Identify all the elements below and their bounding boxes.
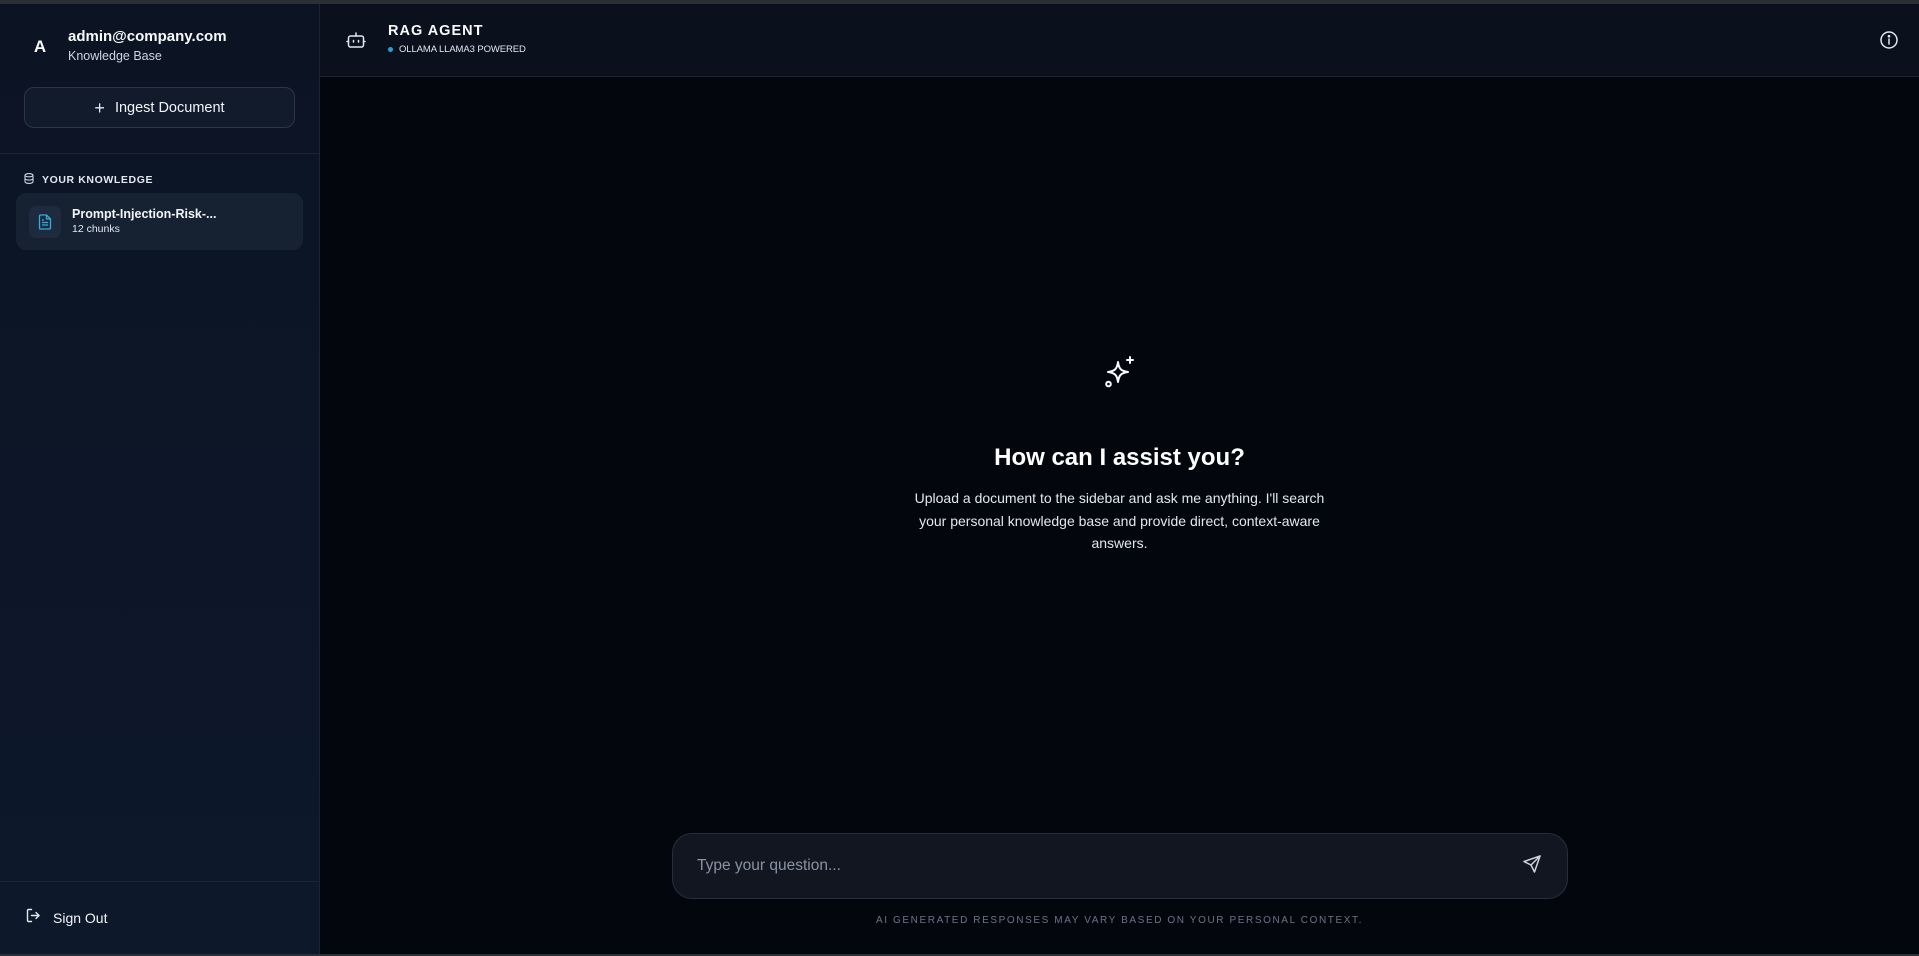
app-shell: A admin@company.com Knowledge Base + Ing… <box>0 4 1919 954</box>
database-icon <box>24 171 34 189</box>
info-icon[interactable] <box>1879 30 1899 55</box>
status-dot-icon <box>388 47 393 52</box>
sign-out-button[interactable]: Sign Out <box>26 908 107 928</box>
send-icon <box>1522 854 1542 879</box>
document-name: Prompt-Injection-Risk-... <box>72 207 217 221</box>
ingest-document-button[interactable]: + Ingest Document <box>24 87 295 128</box>
plus-icon: + <box>94 97 105 118</box>
user-info: admin@company.com Knowledge Base <box>68 28 227 64</box>
document-text: Prompt-Injection-Risk-... 12 chunks <box>72 207 216 236</box>
knowledge-section-header: YOUR KNOWLEDGE <box>24 171 153 189</box>
document-item[interactable]: Prompt-Injection-Risk-... 12 chunks <box>16 193 303 250</box>
model-status-label: OLLAMA LLAMA3 POWERED <box>399 44 526 55</box>
knowledge-section-title: YOUR KNOWLEDGE <box>42 174 154 186</box>
chat-main: RAG AGENT OLLAMA LLAMA3 POWERED How can … <box>320 4 1919 954</box>
welcome-description: Upload a document to the sidebar and ask… <box>914 490 1325 551</box>
ai-disclaimer: AI GENERATED RESPONSES MAY VARY BASED ON… <box>875 915 1363 926</box>
chat-header: RAG AGENT OLLAMA LLAMA3 POWERED <box>320 4 1919 77</box>
header-title-group: RAG AGENT OLLAMA LLAMA3 POWERED <box>388 23 526 55</box>
question-input[interactable] <box>673 834 1507 898</box>
sidebar-footer-divider <box>0 881 320 882</box>
sidebar-divider <box>0 153 320 154</box>
welcome-heading: How can I assist you? <box>994 444 1245 471</box>
user-email: admin@company.com <box>68 28 227 45</box>
avatar: A <box>33 37 47 56</box>
sidebar: A admin@company.com Knowledge Base + Ing… <box>0 4 320 954</box>
sparkles-icon <box>1102 354 1138 390</box>
bot-icon <box>346 30 366 55</box>
log-out-icon <box>26 908 41 928</box>
ingest-document-label: Ingest Document <box>114 99 225 116</box>
user-profile: A admin@company.com Knowledge Base <box>28 28 227 64</box>
model-status: OLLAMA LLAMA3 POWERED <box>388 44 526 55</box>
message-composer <box>672 833 1568 899</box>
app-title: RAG AGENT <box>388 23 484 39</box>
send-button[interactable] <box>1507 841 1557 891</box>
file-text-icon <box>29 205 61 238</box>
sign-out-label: Sign Out <box>53 910 108 926</box>
document-chunk-count: 12 chunks <box>72 223 120 235</box>
welcome-panel: How can I assist you? Upload a document … <box>320 354 1919 555</box>
user-subtitle: Knowledge Base <box>68 49 162 63</box>
